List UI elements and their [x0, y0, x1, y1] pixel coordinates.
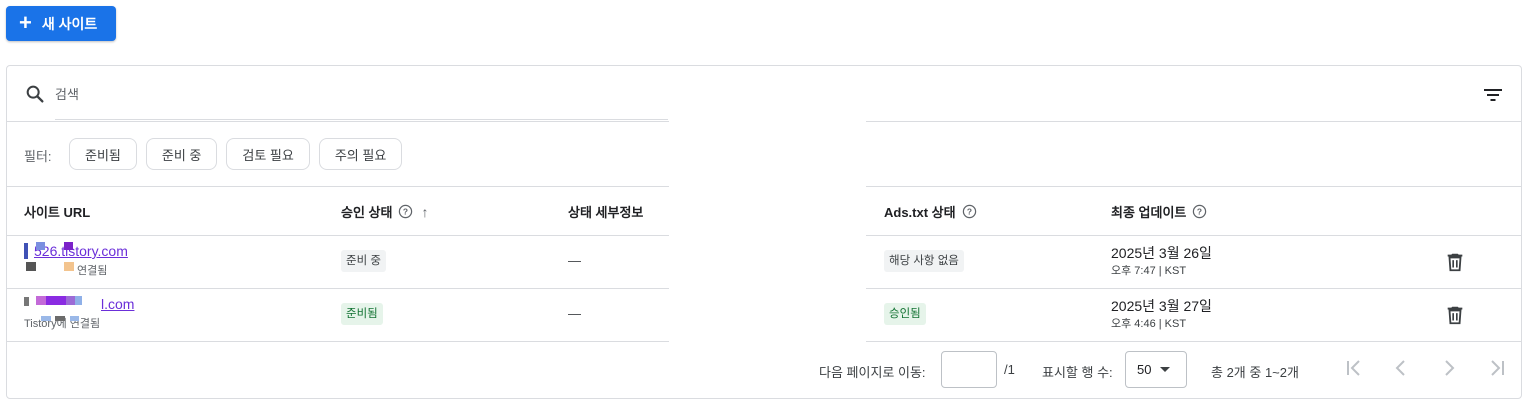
pagination: 다음 페이지로 이동: /1 표시할 행 수: 50 총 2개 중 1~2개 [7, 341, 1521, 399]
svg-text:?: ? [1197, 207, 1202, 217]
previous-page-icon[interactable] [1389, 356, 1413, 380]
redaction-pixel [46, 296, 66, 305]
column-last-updated[interactable]: 최종 업데이트 ? [1111, 187, 1207, 236]
search-input[interactable] [55, 83, 665, 105]
goto-page-input[interactable] [941, 351, 997, 388]
status-details: — [568, 306, 581, 321]
filter-chip-attention-needed[interactable]: 주의 필요 [318, 138, 403, 170]
column-status-details[interactable]: 상태 세부정보 [568, 187, 643, 236]
delete-icon[interactable] [1444, 304, 1466, 326]
redaction-pixel [64, 262, 74, 271]
redaction-pixel [36, 242, 45, 250]
rows-per-page-select[interactable]: 50 [1125, 351, 1187, 388]
column-approval-status[interactable]: 승인 상태 ? ↑ [341, 187, 428, 236]
updated-date: 2025년 3월 27일 [1111, 298, 1212, 314]
redaction-pixel [66, 296, 75, 305]
filter-list-icon[interactable] [1481, 83, 1505, 107]
rows-per-page-label: 표시할 행 수: [1042, 365, 1113, 380]
new-site-label: 새 사이트 [41, 15, 98, 32]
redaction-pixel [24, 243, 28, 259]
updated-time: 오후 4:46 | KST [1111, 318, 1187, 330]
help-icon[interactable]: ? [962, 204, 977, 219]
column-details-label: 상태 세부정보 [568, 205, 644, 220]
help-icon[interactable]: ? [398, 204, 413, 219]
dropdown-caret-icon [1160, 367, 1171, 372]
svg-text:?: ? [403, 207, 408, 217]
site-connection-status: 연결됨 [77, 265, 108, 277]
updated-time: 오후 7:47 | KST [1111, 265, 1187, 277]
filter-chip-review-needed[interactable]: 검토 필요 [226, 138, 310, 170]
filter-chip-ready[interactable]: 준비됨 [69, 138, 137, 170]
redaction-pixel [36, 296, 46, 305]
first-page-icon[interactable] [1342, 356, 1366, 380]
new-site-button[interactable]: + 새 사이트 [6, 6, 116, 41]
filter-chips: 준비됨 준비 중 검토 필요 주의 필요 [69, 138, 403, 170]
status-details: — [568, 253, 581, 268]
column-updated-label: 최종 업데이트 [1111, 205, 1187, 220]
help-icon[interactable]: ? [1192, 204, 1207, 219]
plus-icon: + [19, 9, 32, 35]
sites-card: 필터: 준비됨 준비 중 검토 필요 주의 필요 사이트 URL 승인 상태 ?… [6, 65, 1522, 399]
approval-status-badge: 준비됨 [341, 303, 383, 325]
redaction-pixel [64, 242, 73, 250]
svg-text:?: ? [967, 207, 972, 217]
redaction-pixel [41, 316, 51, 321]
page-range-text: 총 2개 중 1~2개 [1211, 365, 1299, 380]
next-page-icon[interactable] [1437, 356, 1461, 380]
redaction-pixel [24, 297, 29, 306]
rows-per-page-value: 50 [1137, 362, 1152, 377]
ads-txt-status-badge: 해당 사항 없음 [884, 250, 964, 272]
approval-status-badge: 준비 중 [341, 250, 386, 272]
redaction-pixel [70, 316, 79, 321]
ads-txt-status-badge: 승인됨 [884, 303, 926, 325]
redaction-pixel [55, 316, 65, 321]
redaction-mask [669, 112, 866, 342]
filter-chip-preparing[interactable]: 준비 중 [145, 138, 218, 170]
goto-page-label: 다음 페이지로 이동: [819, 365, 926, 380]
redaction-pixel [75, 296, 82, 305]
column-ads-txt-label: Ads.txt 상태 [884, 205, 956, 220]
search-icon [26, 85, 44, 103]
search-underline [55, 119, 668, 120]
column-site-url[interactable]: 사이트 URL [24, 187, 90, 236]
column-approval-label: 승인 상태 [341, 205, 393, 220]
redaction-pixel [26, 262, 36, 271]
total-pages: /1 [1004, 362, 1015, 377]
sort-arrow-up-icon[interactable]: ↑ [421, 204, 428, 220]
filter-label: 필터: [24, 149, 52, 164]
column-ads-txt-status[interactable]: Ads.txt 상태 ? [884, 187, 977, 236]
last-page-icon[interactable] [1485, 356, 1509, 380]
column-site-url-label: 사이트 URL [24, 205, 91, 220]
delete-icon[interactable] [1444, 251, 1466, 273]
updated-date: 2025년 3월 26일 [1111, 245, 1212, 261]
